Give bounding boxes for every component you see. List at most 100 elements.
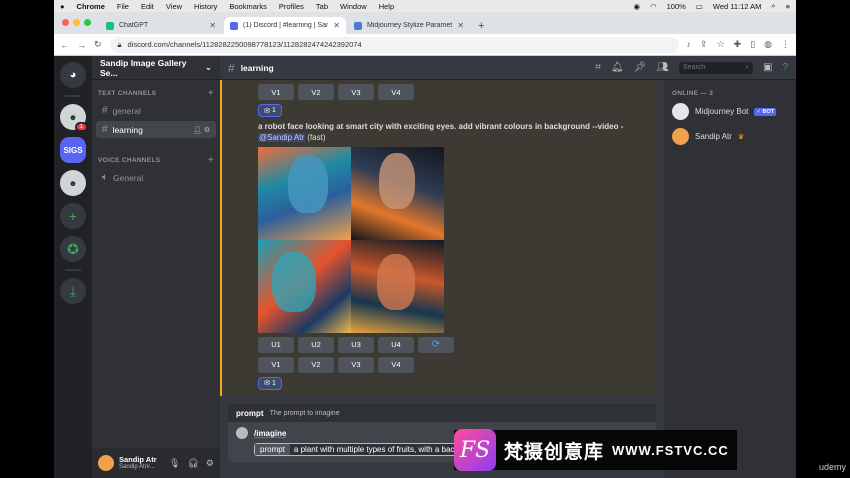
reroll-button[interactable]: ⟳ [418,336,454,353]
generated-image-4[interactable] [351,239,444,333]
v3-button[interactable]: V3 [338,84,374,100]
server-avatar-1[interactable]: ☻ 1 [60,104,88,132]
menu-kebab-icon[interactable]: ⋮ [781,39,790,50]
add-server-button[interactable]: + [60,203,86,229]
server-avatar-2[interactable]: ☻ [60,170,86,196]
watermark-url: WWW.FSTVC.CC [612,442,729,458]
user-mention[interactable]: @Sandip Atr [258,132,306,142]
v4-button[interactable]: V4 [378,84,414,100]
message-list[interactable]: V1 V2 V3 V4 ✉︎ 1 a robot face looking at… [220,80,664,478]
channel-voice-general[interactable]: 🔈︎ General [96,169,216,186]
inbox-icon[interactable]: ▣ [763,62,772,73]
user-avatar[interactable] [98,455,114,471]
sidepanel-icon[interactable]: ▯ [750,39,755,50]
record-icon[interactable]: ◉ [634,2,641,11]
reaction-count: 1 [271,107,276,114]
bookmark-star-icon[interactable]: ☆ [717,39,725,50]
mic-icon[interactable]: ♪ [687,39,692,50]
u2-button[interactable]: U2 [298,336,334,353]
generated-image-3[interactable] [258,239,351,333]
v3-button[interactable]: V3 [338,356,374,373]
menu-window[interactable]: Window [340,2,367,11]
url-field[interactable]: 🔒︎ discord.com/channels/1128282250098778… [109,36,679,53]
reload-icon[interactable]: ↻ [94,39,102,50]
udemy-corner-mark: udemy [818,462,846,472]
close-tab-icon[interactable]: ✕ [209,21,216,30]
clock[interactable]: Wed 11:12 AM [713,2,762,11]
battery-icon[interactable]: ▭ [696,2,703,11]
reaction-envelope[interactable]: ✉︎ 1 [258,376,282,390]
chatgpt-favicon-icon [106,21,114,30]
server-header[interactable]: Sandip Image Gallery Se... ⌄ [92,56,220,80]
members-icon[interactable]: 👥︎ [656,62,669,73]
v1-button[interactable]: V1 [258,84,294,100]
speed-label: (fast) [307,132,326,142]
extensions-icon[interactable]: ✚ [734,39,742,50]
server-sigs[interactable]: SIGS [60,137,86,163]
menu-view[interactable]: View [166,2,182,11]
compass-icon: ✪ [67,240,79,257]
channel-general[interactable]: # general [96,102,216,119]
generated-image-1[interactable] [258,146,351,240]
add-channel-icon[interactable]: + [208,88,214,99]
add-channel-icon[interactable]: + [208,155,214,166]
category-label: VOICE CHANNELS [98,157,161,164]
category-voice-channels[interactable]: VOICE CHANNELS + [92,147,220,168]
close-tab-icon[interactable]: ✕ [333,21,340,30]
help-icon[interactable]: ? [782,62,788,73]
control-center-icon[interactable]: ≡ [786,2,790,11]
v4-button[interactable]: V4 [378,356,414,373]
channel-learning[interactable]: # learning 👤︎ ⚙︎ [96,121,216,138]
apple-icon[interactable]: ● [60,2,65,11]
v1-button[interactable]: V1 [258,356,294,373]
window-controls [62,19,91,26]
u1-button[interactable]: U1 [258,336,294,353]
maximize-window-button[interactable] [84,19,91,26]
mic-icon[interactable]: 🎙︎ [169,458,180,469]
tab-discord[interactable]: (1) Discord | #learning | Sandip ✕ [224,17,346,34]
menu-history[interactable]: History [194,2,217,11]
category-text-channels[interactable]: TEXT CHANNELS + [92,80,220,101]
forward-icon[interactable]: → [77,40,86,50]
menubar-app[interactable]: Chrome [77,2,105,11]
menu-edit[interactable]: Edit [141,2,154,11]
wifi-icon[interactable]: ◠ [650,2,657,11]
headphones-icon[interactable]: 🎧︎ [187,458,198,469]
u4-button[interactable]: U4 [378,336,414,353]
tab-midjourney-stylize[interactable]: Midjourney Stylize Parameter ✕ [348,17,470,34]
menu-bookmarks[interactable]: Bookmarks [229,2,267,11]
channel-settings-icons[interactable]: 👤︎ ⚙︎ [193,126,210,134]
tab-chatgpt[interactable]: ChatGPT ✕ [100,17,222,34]
notification-bell-icon[interactable]: 🔔︎ [611,62,624,73]
v2-button[interactable]: V2 [298,356,334,373]
share-icon[interactable]: ⇪ [700,39,708,50]
menu-file[interactable]: File [117,2,129,11]
close-window-button[interactable] [62,19,69,26]
settings-gear-icon[interactable]: ⚙︎ [206,458,214,469]
download-apps-button[interactable]: ⤓ [60,278,86,304]
reaction-envelope[interactable]: ✉︎ 1 [258,104,282,117]
menu-tab[interactable]: Tab [316,2,328,11]
new-tab-button[interactable]: + [472,20,490,34]
member-sandip-atr[interactable]: Sandip Atr ♛ [672,128,788,145]
threads-icon[interactable]: ⌗ [595,62,601,73]
profile-avatar[interactable]: ◍ [764,39,772,50]
u3-button[interactable]: U3 [338,336,374,353]
minimize-window-button[interactable] [73,19,80,26]
explore-servers-button[interactable]: ✪ [60,236,86,262]
discord-home-button[interactable]: ◕ [60,62,86,88]
member-midjourney-bot[interactable]: Midjourney Bot ✓ BOT [672,103,788,120]
letterbox-right [796,0,850,478]
v2-button[interactable]: V2 [298,84,334,100]
close-tab-icon[interactable]: ✕ [457,21,464,30]
search-icon[interactable]: ⌕ [771,1,775,11]
menu-profiles[interactable]: Profiles [279,2,304,11]
search-input[interactable]: Search ⌕ [678,61,753,74]
header-actions: ⌗ 🔔︎ 📌︎ 👥︎ Search ⌕ ▣ ? [595,61,788,74]
generated-image-2[interactable] [351,146,444,240]
pin-icon[interactable]: 📌︎ [634,62,647,73]
highlighted-message: V1 V2 V3 V4 ✉︎ 1 a robot face looking at… [220,80,658,396]
image-grid[interactable] [258,146,444,333]
menu-help[interactable]: Help [379,2,394,11]
back-icon[interactable]: ← [60,40,69,50]
